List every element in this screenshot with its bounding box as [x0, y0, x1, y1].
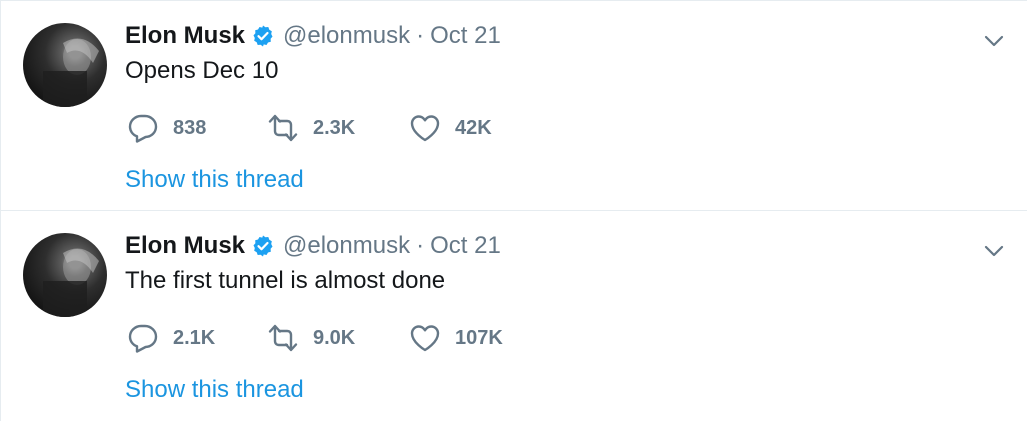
reply-count: 838	[173, 116, 207, 139]
author-handle[interactable]: @elonmusk	[283, 232, 410, 260]
separator-dot: ·	[416, 22, 425, 49]
verified-badge-icon	[253, 235, 273, 257]
retweet-count: 2.3K	[313, 116, 356, 139]
heart-icon	[410, 325, 440, 352]
retweet-icon	[268, 114, 298, 142]
show-thread-link[interactable]: Show this thread	[125, 166, 304, 194]
like-count: 107K	[455, 326, 503, 349]
tweet-text: The first tunnel is almost done	[125, 267, 446, 294]
tweet-date[interactable]: Oct 21	[430, 22, 501, 50]
avatar[interactable]	[23, 233, 107, 317]
reply-icon	[128, 324, 158, 353]
author-handle[interactable]: @elonmusk	[283, 22, 410, 50]
tweet-date[interactable]: Oct 21	[430, 232, 501, 260]
tweet-text: Opens Dec 10	[125, 57, 279, 84]
like-button[interactable]: 42K	[409, 111, 492, 145]
heart-icon	[410, 115, 440, 142]
show-thread-link[interactable]: Show this thread	[125, 376, 304, 404]
reply-button[interactable]: 2.1K	[127, 321, 215, 355]
reply-icon	[128, 114, 158, 143]
chevron-down-icon[interactable]	[982, 29, 1006, 53]
author-name[interactable]: Elon Musk	[125, 232, 245, 260]
retweet-button[interactable]: 9.0K	[267, 321, 355, 355]
tweet-header: Elon Musk @elonmusk · Oct 21	[125, 21, 501, 51]
tweet[interactable]: Elon Musk @elonmusk · Oct 21 The first t…	[1, 211, 1027, 421]
verified-badge-icon	[253, 25, 273, 47]
retweet-icon	[268, 324, 298, 352]
tweet-header: Elon Musk @elonmusk · Oct 21	[125, 231, 501, 261]
tweet[interactable]: Elon Musk @elonmusk · Oct 21 Opens Dec 1…	[1, 0, 1027, 211]
reply-count: 2.1K	[173, 326, 216, 349]
like-button[interactable]: 107K	[409, 321, 503, 355]
retweet-button[interactable]: 2.3K	[267, 111, 355, 145]
author-name[interactable]: Elon Musk	[125, 22, 245, 50]
chevron-down-icon[interactable]	[982, 239, 1006, 263]
retweet-count: 9.0K	[313, 326, 356, 349]
like-count: 42K	[455, 116, 492, 139]
avatar[interactable]	[23, 23, 107, 107]
reply-button[interactable]: 838	[127, 111, 206, 145]
separator-dot: ·	[416, 232, 425, 259]
tweet-feed: Elon Musk @elonmusk · Oct 21 Opens Dec 1…	[0, 0, 1027, 421]
